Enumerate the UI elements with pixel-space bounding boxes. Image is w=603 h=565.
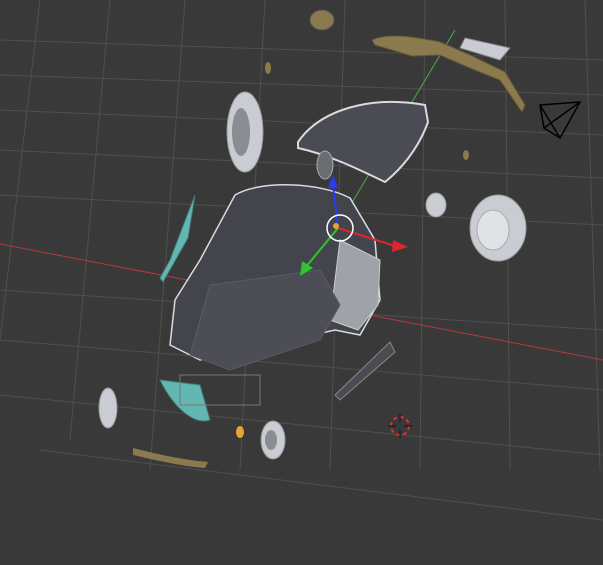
- side-skirt[interactable]: [334, 341, 396, 401]
- side-window-left[interactable]: [159, 194, 196, 283]
- wheel-rear-left[interactable]: [226, 91, 264, 173]
- wheel-rear-right[interactable]: [469, 194, 527, 262]
- ornament[interactable]: [309, 9, 335, 31]
- small-bolt[interactable]: [265, 62, 271, 74]
- wheel-front-left[interactable]: [98, 387, 118, 429]
- roof-part-small[interactable]: [316, 150, 334, 180]
- hubcap-small[interactable]: [425, 192, 447, 218]
- interior-floor[interactable]: [189, 269, 341, 371]
- wheel-front-right[interactable]: [260, 420, 286, 460]
- gizmo-x-arrow[interactable]: [392, 240, 408, 252]
- front-fender-glass[interactable]: [159, 379, 211, 422]
- front-bumper[interactable]: [133, 448, 208, 468]
- 3d-viewport[interactable]: [0, 0, 603, 565]
- viewport-canvas[interactable]: [0, 0, 603, 565]
- gizmo-pivot-dot: [333, 223, 339, 229]
- headlight[interactable]: [236, 426, 244, 438]
- small-bolt-2[interactable]: [463, 150, 469, 160]
